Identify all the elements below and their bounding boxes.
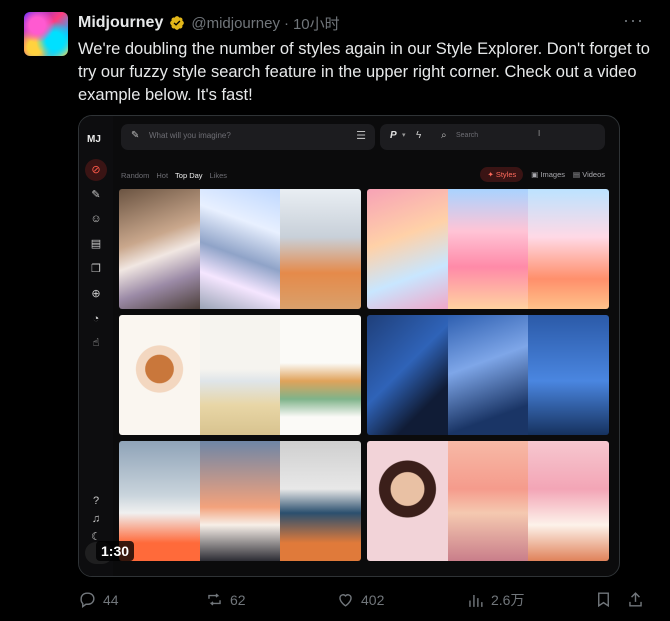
style-tile (119, 315, 361, 435)
tab-top-day: Top Day (175, 171, 203, 180)
filter-images-label: Images (540, 170, 566, 179)
imagine-icon: ✎ (131, 130, 140, 141)
thumbs-up-icon: ☝ (92, 337, 100, 349)
tweet-actions: 44 62 402 2.6万 (78, 590, 648, 614)
help-icon: ? (92, 495, 100, 507)
midjourney-logo: MJ (87, 134, 101, 145)
app-sidebar: MJ ⊘ ✎ ☺ ▤ ❐ ⊕ ◔ ☝ ? ♫ ☾ (79, 116, 113, 576)
more-options-icon[interactable]: ··· (623, 10, 644, 31)
tab-hot: Hot (156, 171, 169, 180)
chat-icon: ◔ (92, 313, 100, 325)
tweet-header: Midjourney @midjourney · 10小时 (78, 13, 340, 33)
bolt-icon: ϟ (416, 130, 422, 141)
bell-icon: ♫ (91, 513, 101, 525)
video-duration: 1:30 (96, 541, 135, 561)
view-count: 2.6万 (491, 592, 525, 608)
heart-icon (339, 594, 352, 607)
tab-likes: Likes (209, 171, 228, 180)
tweet[interactable]: Midjourney @midjourney · 10小时 ··· We're … (0, 0, 670, 621)
reply-icon (80, 592, 95, 609)
style-tile (119, 189, 361, 309)
feed-tabs: Random Hot Top Day Likes (121, 171, 227, 180)
filter-videos: ▤ Videos (573, 170, 605, 179)
copy-icon: ❐ (91, 263, 101, 275)
reply-button[interactable]: 44 (78, 590, 119, 609)
style-tile (367, 441, 609, 561)
chevron-down-icon: ▾ (402, 132, 406, 139)
reply-count: 44 (103, 591, 119, 608)
repost-icon (208, 593, 221, 606)
folder-icon: ▤ (90, 238, 102, 250)
views-chart-icon (469, 594, 483, 607)
text-cursor-icon: I (538, 129, 541, 138)
share-icon (629, 592, 642, 607)
style-tile (367, 189, 609, 309)
search-placeholder: Search (456, 132, 479, 139)
views-button[interactable]: 2.6万 (466, 590, 524, 610)
like-count: 402 (361, 591, 385, 608)
sparkle-icon: ✦ (487, 170, 496, 179)
avatar[interactable] (24, 12, 68, 56)
style-search-bar: P ▾ ϟ ⌕ Search I (380, 124, 605, 150)
repost-button[interactable]: 62 (205, 590, 246, 609)
bookmark-icon (598, 592, 609, 608)
search-icon: ⌕ (441, 130, 447, 141)
prompt-bar: ✎ What will you imagine? ☰ (121, 124, 375, 150)
timestamp[interactable]: 10小时 (293, 13, 340, 34)
smile-icon: ☺ (90, 213, 102, 225)
display-name[interactable]: Midjourney (78, 14, 163, 32)
video-icon: ▤ (573, 170, 583, 179)
brush-icon: ✎ (91, 189, 101, 201)
filter-images: ▣ Images (531, 170, 565, 179)
style-tile (119, 441, 361, 561)
tab-random: Random (121, 171, 150, 180)
prompt-placeholder: What will you imagine? (149, 131, 231, 140)
media-filters: ✦ Styles ▣ Images ▤ Videos (480, 167, 605, 182)
filter-styles: ✦ Styles (480, 167, 524, 182)
bookmark-button[interactable] (594, 590, 613, 609)
share-button[interactable] (626, 590, 645, 609)
style-tile (367, 315, 609, 435)
video-player[interactable]: MJ ⊘ ✎ ☺ ▤ ❐ ⊕ ◔ ☝ ? ♫ ☾ ✎ What will you… (78, 115, 620, 577)
separator-dot: · (283, 14, 289, 32)
like-button[interactable]: 402 (336, 590, 384, 609)
globe-icon: ⊕ (91, 288, 101, 300)
personalize-label: P (390, 130, 397, 141)
handle[interactable]: @midjourney (191, 15, 280, 32)
tweet-text: We're doubling the number of styles agai… (78, 40, 650, 104)
compass-icon: ⊘ (85, 159, 107, 181)
filter-styles-label: Styles (495, 170, 517, 179)
repost-count: 62 (230, 591, 246, 608)
settings-sliders-icon: ☰ (356, 130, 366, 142)
filter-videos-label: Videos (582, 170, 605, 179)
verified-badge-icon (170, 16, 185, 30)
